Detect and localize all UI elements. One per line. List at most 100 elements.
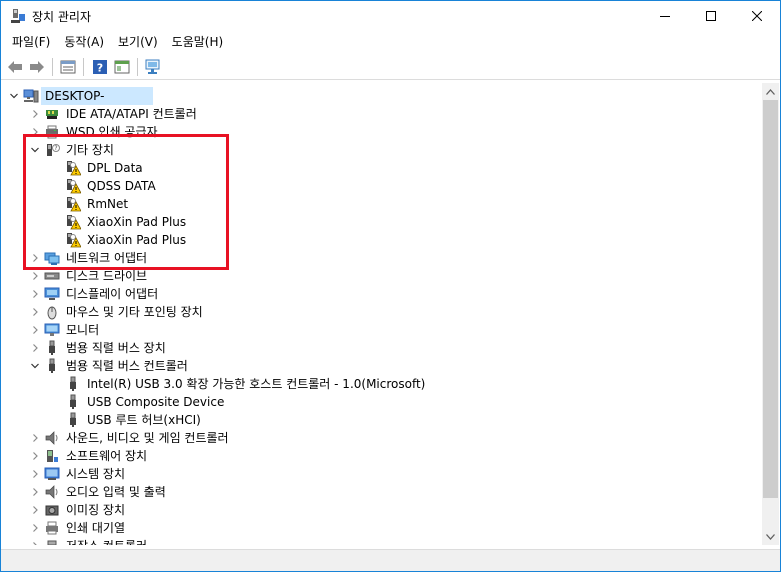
device-manager-window: 장치 관리자 파일(F) 동작(A) 보기(V) 도움말(H) ? DESKTO…	[0, 0, 781, 572]
chevron-right-icon[interactable]	[30, 289, 40, 299]
menu-file[interactable]: 파일(F)	[5, 32, 57, 52]
tree-category[interactable]: 인쇄 대기열	[1, 519, 761, 537]
unknown-device-icon: ?	[47, 144, 60, 156]
chevron-right-icon[interactable]	[30, 271, 40, 281]
properties-icon	[60, 60, 76, 74]
tree-category[interactable]: 소프트웨어 장치	[1, 447, 761, 465]
tree-category[interactable]: 마우스 및 기타 포인팅 장치	[1, 303, 761, 321]
tree-device[interactable]: RmNet	[1, 195, 761, 213]
camera-icon	[45, 505, 59, 516]
tree-category[interactable]: ? 기타 장치	[1, 141, 761, 159]
device-tree: DESKTOP- IDE ATA/ATAPI 컨트롤러 WSD 인쇄 공급자? 기타 …	[1, 83, 762, 545]
tree-category[interactable]: 이미징 장치	[1, 501, 761, 519]
close-icon	[752, 11, 762, 21]
tree-category[interactable]: 디스플레이 어댑터	[1, 285, 761, 303]
usb-icon	[70, 376, 76, 391]
tree-node-label: QDSS DATA	[87, 179, 156, 193]
chevron-right-icon[interactable]	[30, 307, 40, 317]
tree-device[interactable]: USB Composite Device	[1, 393, 761, 411]
chevron-down-icon[interactable]	[30, 361, 40, 371]
minimize-button[interactable]	[642, 1, 688, 31]
toolbar-separator	[137, 58, 138, 76]
warning-device-icon	[67, 179, 81, 194]
menu-view[interactable]: 보기(V)	[111, 32, 165, 52]
properties-button[interactable]	[58, 57, 78, 77]
usb-icon	[70, 412, 76, 427]
forward-button[interactable]	[27, 57, 47, 77]
scan-hardware-button[interactable]	[143, 57, 163, 77]
close-button[interactable]	[734, 1, 780, 31]
chevron-right-icon[interactable]	[30, 523, 40, 533]
chevron-right-icon[interactable]	[30, 127, 40, 137]
tree-category[interactable]: 범용 직렬 버스 장치	[1, 339, 761, 357]
console-button[interactable]	[112, 57, 132, 77]
tree-category[interactable]: 시스템 장치	[1, 465, 761, 483]
printer-provider-icon	[46, 125, 58, 139]
chevron-down-icon[interactable]	[9, 91, 19, 101]
scan-hardware-icon	[145, 59, 160, 74]
chevron-right-icon[interactable]	[30, 487, 40, 497]
toolbar: ?	[1, 54, 780, 80]
tree-node-label: 시스템 장치	[66, 467, 126, 481]
help-button[interactable]: ?	[90, 57, 110, 77]
tree-category[interactable]: IDE ATA/ATAPI 컨트롤러	[1, 105, 761, 123]
tree-category[interactable]: 저장소 컨트롤러	[1, 537, 761, 545]
back-button[interactable]	[5, 57, 25, 77]
speaker-icon	[45, 485, 58, 499]
scroll-up-button[interactable]	[762, 83, 779, 100]
chevron-right-icon[interactable]	[30, 505, 40, 515]
chevron-right-icon[interactable]	[30, 451, 40, 461]
usb-icon	[70, 394, 76, 409]
chevron-down-icon[interactable]	[30, 145, 40, 155]
chevron-right-icon[interactable]	[30, 343, 40, 353]
tree-category[interactable]: 네트워크 어댑터	[1, 249, 761, 267]
chevron-right-icon[interactable]	[30, 325, 40, 335]
tree-node-label: Intel(R) USB 3.0 확장 가능한 호스트 컨트롤러 - 1.0(M…	[87, 377, 426, 391]
tree-device[interactable]: USB 루트 허브(xHCI)	[1, 411, 761, 429]
toolbar-separator	[52, 58, 53, 76]
tree-node-label: IDE ATA/ATAPI 컨트롤러	[66, 107, 197, 121]
svg-text:?: ?	[97, 62, 103, 75]
scrollbar-thumb[interactable]	[763, 100, 778, 498]
tree-node-label: DESKTOP-	[41, 87, 153, 105]
tree-node-label: 범용 직렬 버스 컨트롤러	[66, 359, 188, 373]
chevron-right-icon[interactable]	[30, 253, 40, 263]
maximize-icon	[706, 11, 716, 21]
chevron-right-icon[interactable]	[30, 433, 40, 443]
tree-node-label: USB Composite Device	[87, 395, 225, 409]
tree-device[interactable]: XiaoXin Pad Plus	[1, 213, 761, 231]
menu-action[interactable]: 동작(A)	[57, 32, 111, 52]
menu-help[interactable]: 도움말(H)	[165, 32, 231, 52]
scroll-down-button[interactable]	[762, 528, 779, 545]
tree-category[interactable]: 범용 직렬 버스 컨트롤러	[1, 357, 761, 375]
tree-category[interactable]: 사운드, 비디오 및 게임 컨트롤러	[1, 429, 761, 447]
tree-device[interactable]: Intel(R) USB 3.0 확장 가능한 호스트 컨트롤러 - 1.0(M…	[1, 375, 761, 393]
tree-root-computer[interactable]: DESKTOP-	[1, 87, 761, 105]
tree-device[interactable]: DPL Data	[1, 159, 761, 177]
warning-device-icon	[67, 161, 81, 176]
display-adapter-icon	[44, 287, 60, 300]
vertical-scrollbar[interactable]	[762, 83, 779, 545]
title-bar[interactable]: 장치 관리자	[1, 1, 780, 31]
disk-drive-icon	[44, 272, 60, 280]
chevron-right-icon[interactable]	[30, 109, 40, 119]
tree-device[interactable]: XiaoXin Pad Plus	[1, 231, 761, 249]
tree-category[interactable]: WSD 인쇄 공급자	[1, 123, 761, 141]
system-device-icon	[44, 467, 60, 480]
usb-icon	[49, 358, 55, 373]
tree-node-label: 소프트웨어 장치	[66, 449, 148, 463]
tree-node-label: 이미징 장치	[66, 503, 126, 517]
maximize-button[interactable]	[688, 1, 734, 31]
tree-node-label: XiaoXin Pad Plus	[87, 233, 187, 247]
chevron-up-icon	[766, 88, 775, 95]
usb-icon	[49, 340, 55, 355]
chevron-down-icon	[766, 533, 775, 540]
tree-node-label: XiaoXin Pad Plus	[87, 215, 187, 229]
tree-category[interactable]: 모니터	[1, 321, 761, 339]
warning-device-icon	[67, 233, 81, 248]
chevron-right-icon[interactable]	[30, 541, 40, 545]
tree-device[interactable]: QDSS DATA	[1, 177, 761, 195]
tree-category[interactable]: 디스크 드라이브	[1, 267, 761, 285]
tree-category[interactable]: 오디오 입력 및 출력	[1, 483, 761, 501]
chevron-right-icon[interactable]	[30, 469, 40, 479]
